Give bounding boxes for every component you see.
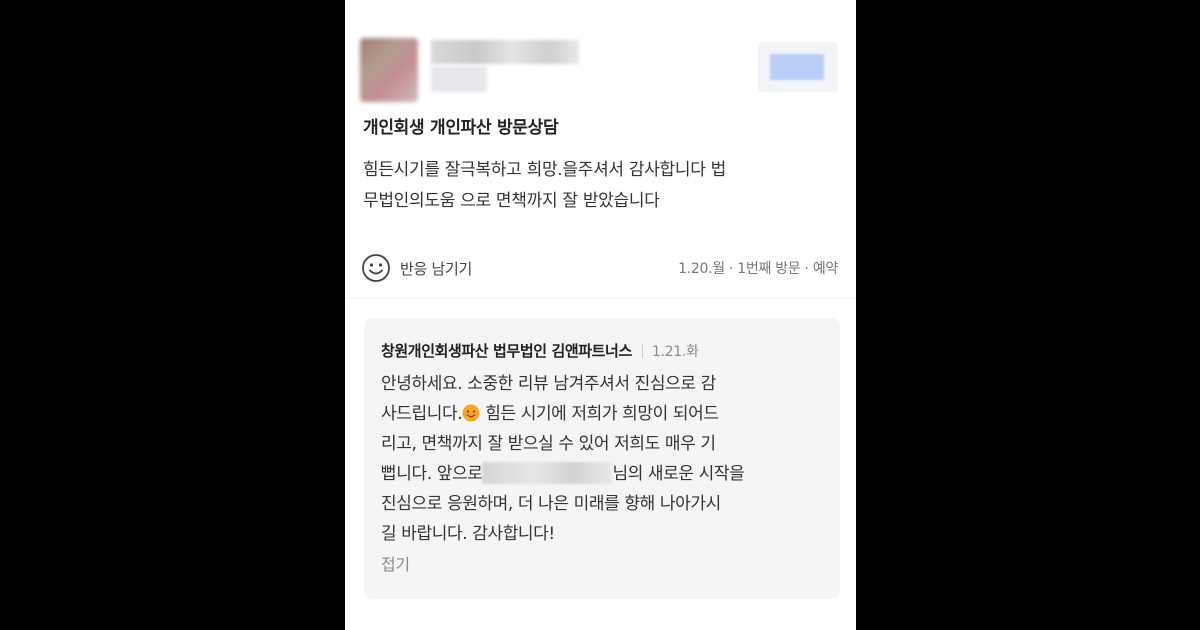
react-button-label: 반응 남기기	[400, 259, 472, 278]
owner-reply-header: 창원개인회생파산 법무법인 김앤파트너스 1.21.화	[381, 340, 699, 361]
review-body-line: 무법인의도움 으로 면책까지 잘 받았습니다	[363, 191, 660, 211]
react-button[interactable]: 반응 남기기	[361, 253, 472, 283]
divider	[345, 298, 856, 299]
review-body-line: 힘든시기를 잘극복하고 희망.을주셔서 감사합니다 법	[363, 160, 726, 180]
header-separator	[641, 343, 643, 358]
reply-line: 리고, 면책까지 잘 받으실 수 있어 저희도 매우 기	[381, 434, 716, 454]
review-title: 개인회생 개인파산 방문상담	[363, 118, 559, 138]
reply-line: 뻡니다. 앞으로 님의 새로운 시작을	[381, 459, 827, 489]
reply-line: 진심으로 응원하며, 더 나은 미래를 향해 나아가시	[381, 494, 721, 514]
reply-line: 사드립니다. 힘든 시기에 저희가 희망이 되어드	[381, 399, 827, 429]
user-avatar-blurred[interactable]	[360, 38, 418, 102]
reply-date: 1.21.화	[651, 343, 699, 360]
visit-meta: 1.20.월 · 1번째 방문 · 예약	[678, 261, 838, 277]
owner-name: 창원개인회생파산 법무법인 김앤파트너스	[381, 342, 632, 360]
user-meta-blurred	[431, 66, 487, 92]
reply-text: 사드립니다.	[381, 404, 463, 424]
fold-button[interactable]: 접기	[381, 551, 410, 575]
reply-text: 님의 새로운 시작을	[612, 464, 745, 484]
reply-text: 뻡니다. 앞으로	[381, 464, 483, 484]
follow-button-label-blurred	[770, 54, 824, 80]
reply-line: 안녕하세요. 소중한 리뷰 남겨주셔서 진심으로 감	[381, 374, 716, 394]
reply-line: 길 바랍니다. 감사합니다!	[381, 524, 555, 544]
user-name-blurred[interactable]	[431, 40, 579, 64]
smiling-face-emoji-icon	[462, 404, 480, 422]
smile-face-icon	[362, 254, 390, 282]
customer-name-blurred	[482, 462, 613, 484]
owner-reply-body: 안녕하세요. 소중한 리뷰 남겨주셔서 진심으로 감 사드립니다. 힘든 시기에…	[381, 369, 827, 549]
reply-text: 힘든 시기에 저희가 희망이 되어드	[480, 404, 719, 424]
review-body[interactable]: 힘든시기를 잘극복하고 희망.을주셔서 감사합니다 법 무법인의도움 으로 면책…	[363, 155, 833, 217]
